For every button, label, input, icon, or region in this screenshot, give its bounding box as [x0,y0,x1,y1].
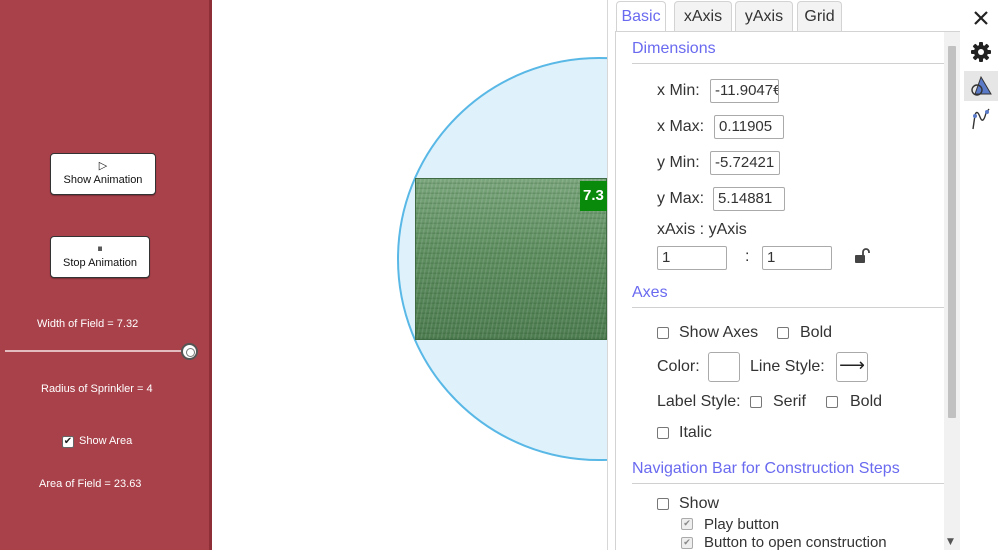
ymin-label: y Min: [657,154,700,171]
play-icon: ▷ [98,160,108,172]
divider [632,63,946,64]
color-label: Color: [657,358,700,375]
nav-show-checkbox[interactable] [657,498,669,510]
italic-label: Italic [679,424,712,441]
navigation-bar-heading: Navigation Bar for Construction Steps [632,460,900,477]
axes-bold-checkbox[interactable] [777,327,789,339]
ymax-input[interactable]: 5.14881 [713,187,785,211]
ymax-label: y Max: [657,190,705,207]
basic-tab-content: Dimensions x Min: -11.9047€ x Max: 0.119… [615,32,948,550]
settings-scrollbar[interactable]: ▼ [944,32,960,550]
area-of-field-text: Area of Field = 23.63 [39,478,142,490]
control-panel: ▷ Show Animation ⏸ Stop Animation Width … [0,0,209,550]
axis-ratio-label: xAxis : yAxis [657,221,747,238]
width-slider-track[interactable] [5,350,190,352]
axis-color-swatch[interactable] [708,352,740,382]
graphics-shapes-icon [971,75,992,96]
field-width-label[interactable]: 7.3 [580,181,607,211]
xmax-label: x Max: [657,118,705,135]
app-window: ▷ Show Animation ⏸ Stop Animation Width … [0,0,1000,550]
serif-checkbox[interactable] [750,396,762,408]
tab-grid[interactable]: Grid [797,1,842,32]
ratio-y-input[interactable]: 1 [762,246,832,270]
stop-animation-label: Stop Animation [63,257,137,269]
tab-yaxis[interactable]: yAxis [735,1,793,32]
close-icon [974,11,988,25]
show-axes-checkbox[interactable] [657,327,669,339]
italic-checkbox[interactable] [657,427,669,439]
label-style-label: Label Style: [657,393,741,410]
divider [632,307,946,308]
xmin-input[interactable]: -11.9047€ [710,79,779,103]
width-of-field-text: Width of Field = 7.32 [37,318,139,330]
show-area-checkbox[interactable]: ✔ [62,436,74,448]
ratio-separator: : [745,248,750,265]
pause-icon: ⏸ [97,243,103,255]
tab-basic[interactable]: Basic [616,1,666,32]
graphics-view[interactable]: 7.3 [212,0,607,550]
ymin-input[interactable]: -5.72421 [710,151,780,175]
label-bold-label: Bold [850,393,883,410]
serif-label: Serif [773,393,806,410]
axes-bold-label: Bold [800,324,833,341]
radius-of-sprinkler-text: Radius of Sprinkler = 4 [41,383,153,395]
settings-panel: Basic xAxis yAxis Grid Dimensions x Min:… [607,0,960,550]
gear-icon [971,42,991,62]
curve-icon [972,108,990,130]
nav-show-label: Show [679,495,720,512]
label-bold-checkbox[interactable] [826,396,838,408]
show-animation-button[interactable]: ▷ Show Animation [50,153,156,195]
scroll-down-arrow-icon[interactable]: ▼ [947,537,954,547]
play-button-checkbox[interactable]: ✔ [681,518,693,530]
show-axes-label: Show Axes [679,324,759,341]
close-button[interactable] [964,3,998,33]
stop-animation-button[interactable]: ⏸ Stop Animation [50,236,150,278]
open-construction-label: Button to open construction [704,534,887,550]
xmin-label: x Min: [657,82,700,99]
graphics-settings-button[interactable] [964,71,998,101]
global-settings-button[interactable] [964,37,998,67]
show-area-label: Show Area [79,435,133,447]
corn-field-image[interactable] [415,178,607,340]
ratio-x-input[interactable]: 1 [657,246,727,270]
scrollbar-thumb[interactable] [948,46,956,418]
line-style-label: Line Style: [750,358,825,375]
xmax-input[interactable]: 0.11905 [714,115,784,139]
algebra-settings-button[interactable] [964,104,998,134]
width-slider-thumb[interactable] [181,343,198,360]
show-animation-label: Show Animation [63,174,143,186]
unlocked-icon[interactable] [854,247,870,265]
dimensions-heading: Dimensions [632,40,716,57]
axes-heading: Axes [632,284,668,301]
divider [632,483,946,484]
line-style-button[interactable]: ⟶ [836,352,868,382]
view-selector-strip [960,0,1000,550]
open-construction-checkbox[interactable]: ✔ [681,537,693,549]
tab-xaxis[interactable]: xAxis [674,1,732,32]
play-button-label: Play button [704,516,780,533]
